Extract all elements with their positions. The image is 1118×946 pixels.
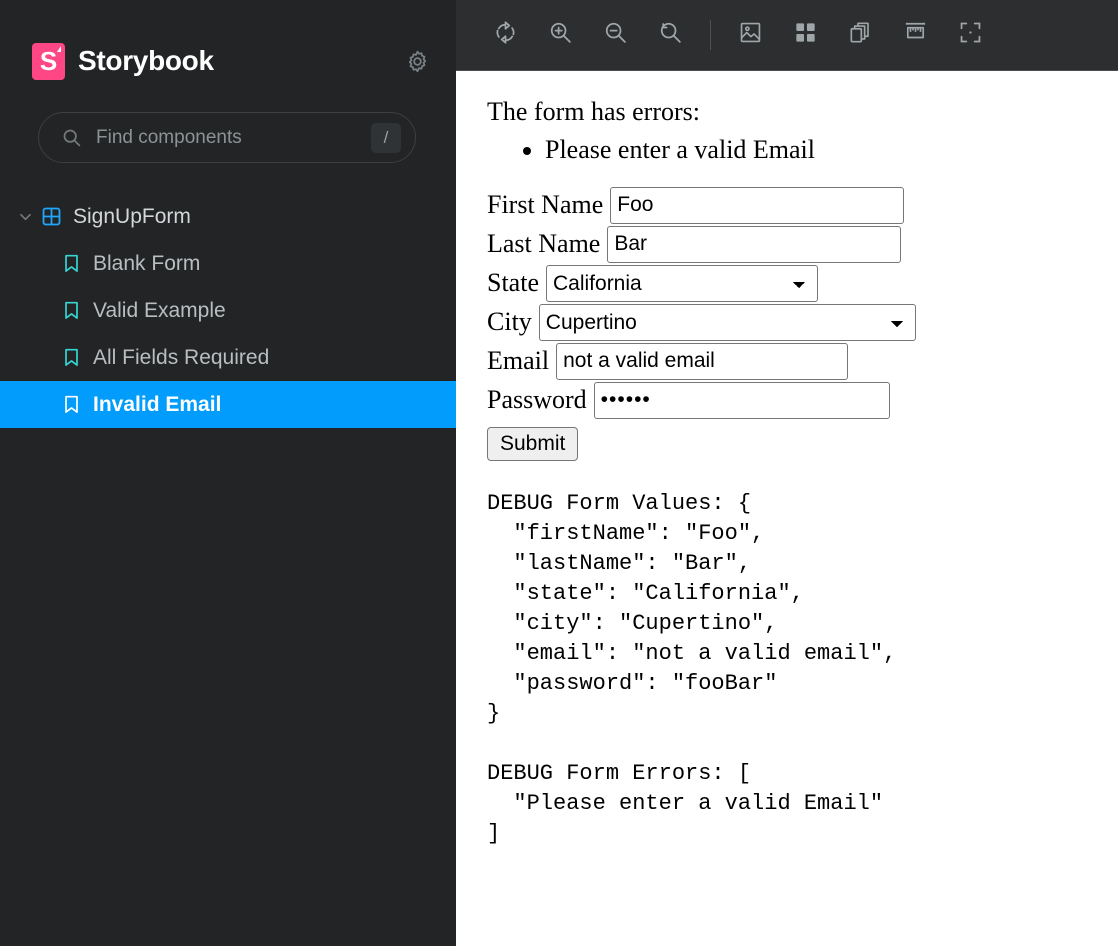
zoom-in-button[interactable] [533,8,588,63]
grid-icon [793,20,818,50]
storybook-app: S Storybook / [0,0,1118,946]
image-icon [738,20,763,50]
chevron-down-icon[interactable] [14,213,36,221]
password-input[interactable] [593,381,890,419]
tree-item-label: All Fields Required [93,345,270,369]
backgrounds-button[interactable] [723,8,778,63]
form-row-last-name: Last Name [487,225,1118,263]
gear-icon[interactable] [402,46,432,76]
tree-item-blank-form[interactable]: Blank Form [0,240,456,287]
first-name-input[interactable] [610,186,905,224]
search-icon [61,127,82,148]
email-label: Email [487,345,550,375]
form-row-state: State California [487,264,1118,302]
story-bookmark-icon [56,395,86,414]
tree-item-signupform[interactable]: SignUpForm [0,193,456,240]
tree-item-label: SignUpForm [73,204,191,228]
search-box[interactable]: / [38,112,416,163]
zoom-reset-icon [658,20,683,50]
tree-item-invalid-email[interactable]: Invalid Email [0,381,456,428]
zoom-in-icon [548,20,573,50]
form-row-first-name: First Name [487,186,1118,224]
first-name-label: First Name [487,189,604,219]
story-bookmark-icon [56,301,86,320]
outline-icon [958,20,983,50]
toolbar-divider [710,20,711,50]
logo-letter: S [39,46,58,76]
grid-button[interactable] [778,8,833,63]
layers-icon [848,20,873,50]
remount-button[interactable] [478,8,533,63]
city-select[interactable]: Cupertino [538,303,916,341]
form-row-email: Email [487,342,1118,380]
measure-button[interactable] [888,8,943,63]
ruler-icon [903,20,928,50]
search-input[interactable] [96,126,357,149]
preview-pane: The form has errors: Please enter a vali… [456,0,1118,946]
zoom-out-icon [603,20,628,50]
form-row-submit: Submit [487,421,1118,461]
storybook-logo-icon: S [32,42,65,80]
story-canvas: The form has errors: Please enter a vali… [456,71,1118,946]
outline-button[interactable] [943,8,998,63]
errors-heading: The form has errors: [487,97,700,126]
brand[interactable]: S Storybook [32,42,402,80]
debug-form-errors: DEBUG Form Errors: [ "Please enter a val… [487,760,884,846]
refresh-icon [493,20,518,50]
story-tree: SignUpForm Blank Form Valid Example All … [0,193,456,428]
story-bookmark-icon [56,348,86,367]
sidebar-header: S Storybook [0,0,456,86]
debug-form-values: DEBUG Form Values: { "firstName": "Foo",… [487,490,897,726]
email-input[interactable] [556,342,849,380]
component-grid-icon [36,207,66,226]
errors-list: Please enter a valid Email [487,133,1118,167]
zoom-reset-button[interactable] [643,8,698,63]
tree-item-label: Invalid Email [93,392,222,416]
state-label: State [487,267,539,297]
sidebar: S Storybook / [0,0,456,946]
zoom-out-button[interactable] [588,8,643,63]
submit-button[interactable]: Submit [487,426,579,461]
state-select[interactable]: California [546,264,818,302]
tree-item-label: Valid Example [93,298,226,322]
tree-item-label: Blank Form [93,251,201,275]
tree-item-all-fields-required[interactable]: All Fields Required [0,334,456,381]
viewport-button[interactable] [833,8,888,63]
error-item: Please enter a valid Email [545,133,1118,167]
preview-toolbar [456,0,1118,71]
password-label: Password [487,384,587,414]
brand-title: Storybook [78,45,214,76]
tree-item-valid-example[interactable]: Valid Example [0,287,456,334]
last-name-input[interactable] [607,225,902,263]
form-row-city: City Cupertino [487,303,1118,341]
signup-form: First Name Last Name State California Ci… [487,186,1118,461]
last-name-label: Last Name [487,228,601,258]
search-shortcut-badge: / [371,122,401,153]
city-label: City [487,306,532,336]
form-row-password: Password [487,381,1118,419]
story-bookmark-icon [56,254,86,273]
